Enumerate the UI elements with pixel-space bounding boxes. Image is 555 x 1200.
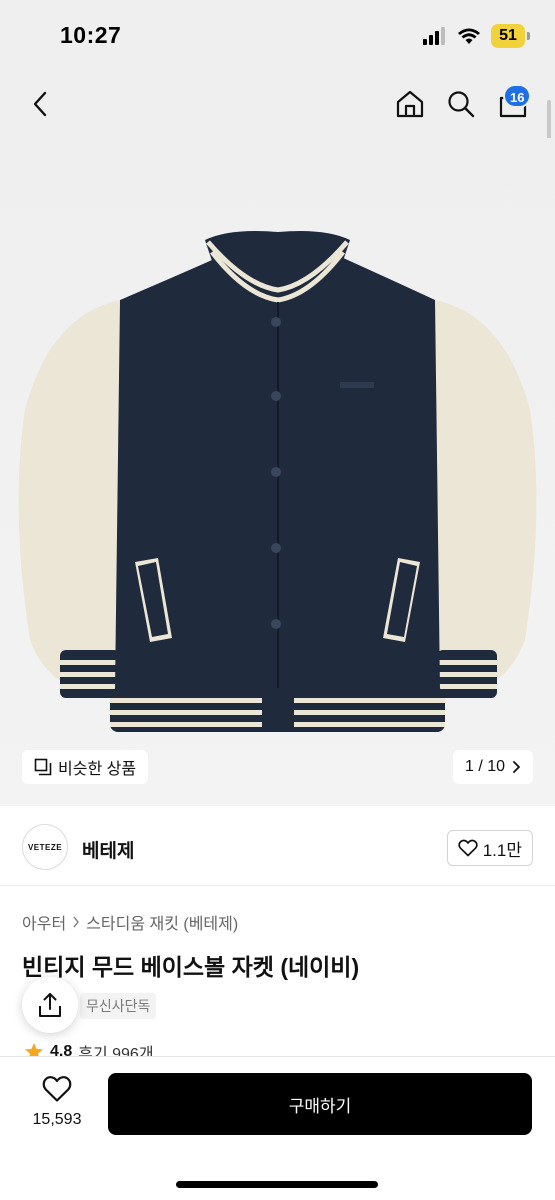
back-button[interactable]: [24, 86, 58, 122]
status-indicators: 51: [423, 24, 530, 48]
search-button[interactable]: [444, 86, 478, 122]
wishlist-count: 15,593: [32, 1111, 82, 1128]
home-indicator: [176, 1181, 378, 1188]
cellular-signal-icon: [423, 27, 445, 45]
brand-logo[interactable]: VETEZE: [22, 824, 68, 870]
search-icon: [448, 91, 475, 118]
product-image-gallery[interactable]: [0, 138, 555, 806]
product-image-jacket: [18, 231, 537, 732]
breadcrumb-item-category[interactable]: 아우터: [22, 910, 66, 934]
brand-like-count: 1.1만: [482, 840, 522, 860]
share-icon: [39, 993, 61, 1017]
wishlist-button[interactable]: 15,593: [24, 1075, 90, 1129]
chevron-right-icon: [513, 761, 520, 773]
similar-products-button[interactable]: 비슷한 상품: [22, 750, 149, 784]
breadcrumb: 아우터 스타디움 재킷 (베테제): [22, 910, 238, 934]
similar-products-label: 비슷한 상품: [58, 761, 137, 778]
image-pager-text: 1 / 10: [464, 758, 505, 775]
share-button[interactable]: [22, 977, 78, 1033]
buy-button[interactable]: 구매하기: [108, 1073, 532, 1135]
image-pager[interactable]: 1 / 10: [452, 750, 533, 784]
battery-indicator: 51: [491, 24, 530, 48]
product-title: 빈티지 무드 베이스볼 자켓 (네이비): [22, 954, 360, 980]
chevron-right-icon: [73, 916, 80, 928]
status-time: 10:27: [60, 22, 122, 48]
brand-name[interactable]: 베테제: [82, 836, 134, 863]
cart-count-badge: 16: [503, 84, 532, 108]
similar-items-icon: [34, 758, 52, 776]
home-icon: [396, 90, 424, 118]
brand-logo-text: VETEZE: [27, 842, 63, 852]
brand-section: VETEZE 베테제 1.1만: [0, 806, 555, 886]
home-button[interactable]: [393, 86, 427, 122]
wifi-icon: [458, 28, 480, 44]
status-bar: 10:27 51: [0, 0, 555, 72]
heart-icon: [42, 1076, 72, 1102]
brand-like-button[interactable]: 1.1만: [446, 830, 533, 866]
purchase-bar: 15,593 구매하기: [0, 1056, 555, 1200]
navigation-bar: [0, 72, 555, 138]
exclusive-tag: 무신사단독: [80, 993, 157, 1019]
chevron-left-icon: [33, 91, 47, 117]
breadcrumb-item-subcategory[interactable]: 스타디움 재킷 (베테제): [86, 910, 238, 934]
heart-icon: [458, 839, 478, 857]
